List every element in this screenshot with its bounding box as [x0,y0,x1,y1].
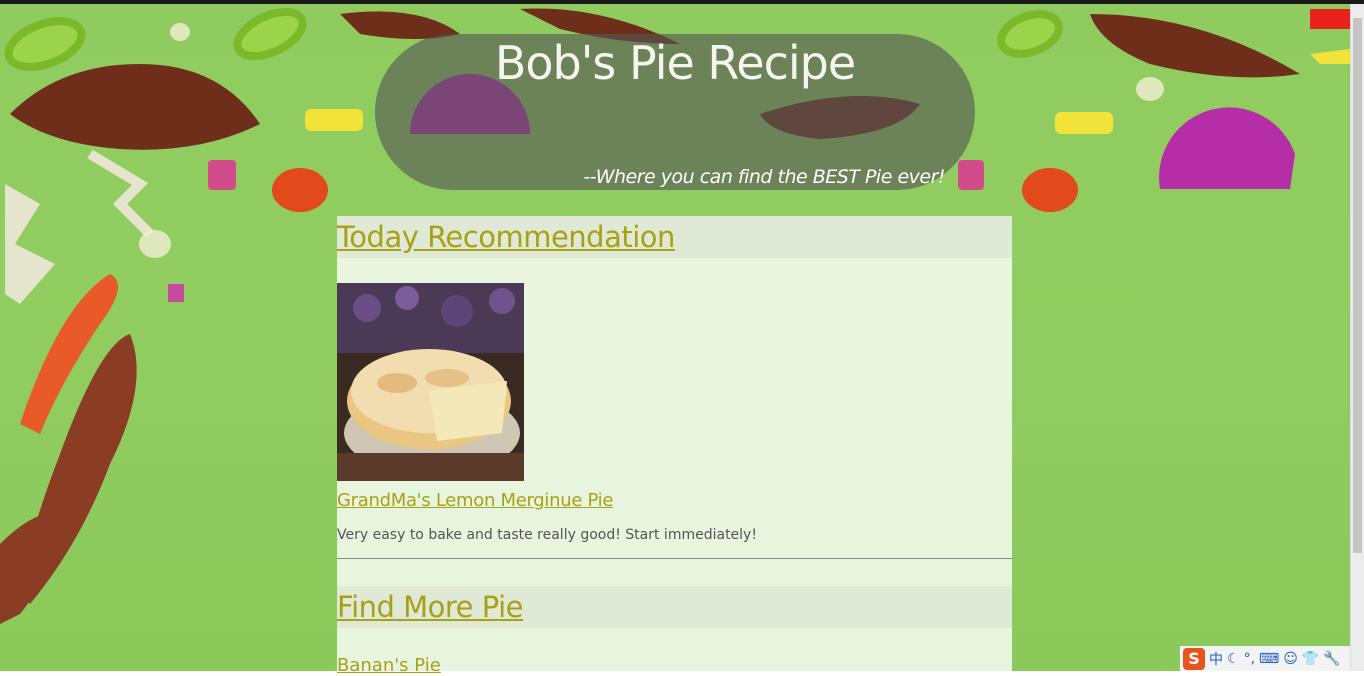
moon-icon[interactable]: ☾ [1227,651,1240,667]
site-title: Bob's Pie Recipe [494,36,856,90]
punctuation-icon[interactable]: °, [1244,651,1255,667]
pie-list-item-link[interactable]: Banan's Pie [337,655,441,676]
find-more-pie-link[interactable]: Find More Pie [337,590,524,624]
site-tagline: --Where you can find the BEST Pie ever! [583,166,945,188]
pie-description: Very easy to bake and taste really good!… [337,527,757,543]
sogou-logo-icon[interactable]: S [1183,647,1205,670]
vertical-scrollbar[interactable] [1350,4,1364,671]
section-divider [337,558,1012,559]
more-section-header: Find More Pie [337,586,1012,628]
pie-title-link[interactable]: GrandMa's Lemon Merginue Pie [337,490,613,511]
user-icon[interactable]: ☺ [1283,651,1298,667]
shirt-icon[interactable]: 👕 [1302,651,1319,667]
wrench-icon[interactable]: 🔧 [1323,651,1340,667]
scrollbar-thumb[interactable] [1353,18,1362,553]
ime-toolbar: S 中 ☾ °, ⌨ ☺ 👕 🔧 [1180,646,1350,671]
pie-photo[interactable] [337,283,524,481]
today-section-header: Today Recommendation [337,216,1012,258]
ime-mode-toggle[interactable]: 中 [1209,649,1223,669]
keyboard-icon[interactable]: ⌨ [1259,651,1279,667]
main-content: Today Recommendation GrandMa's Lemon Mer… [337,216,1012,676]
today-recommendation-link[interactable]: Today Recommendation [337,220,675,254]
